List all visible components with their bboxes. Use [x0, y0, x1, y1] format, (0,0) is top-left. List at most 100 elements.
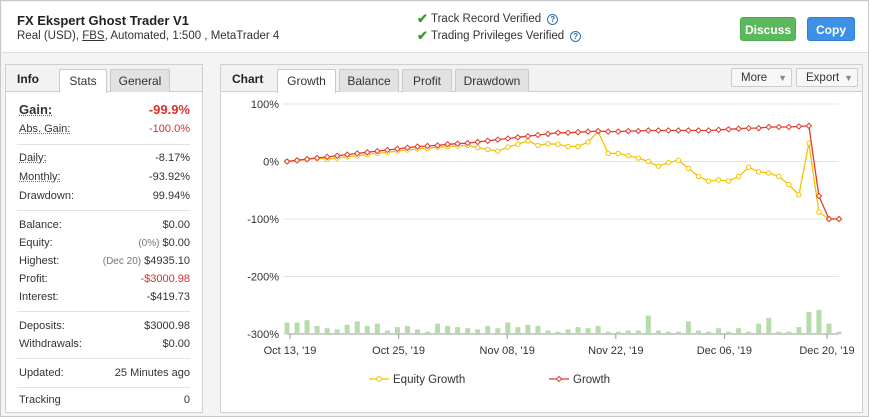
stat-label: Deposits:	[19, 320, 65, 332]
growth-point	[645, 127, 652, 134]
tab-balance[interactable]: Balance	[339, 69, 399, 92]
stat-value: $0.00	[162, 219, 190, 231]
growth-point	[725, 125, 732, 133]
x-tick-label: Dec 06, '19	[697, 345, 752, 357]
more-button[interactable]: More ▼	[731, 68, 792, 87]
volume-bar	[485, 325, 491, 334]
volume-bar	[726, 331, 732, 334]
growth-point	[655, 127, 662, 134]
discuss-button[interactable]: Discuss	[740, 17, 796, 41]
growth-chart[interactable]: 100% 0% -100% -200% -300% Oct 13, '19 Oct 25, …	[221, 93, 862, 413]
tab-general[interactable]: General	[110, 69, 170, 92]
help-icon[interactable]: ?	[570, 30, 582, 42]
volume-bar	[796, 327, 802, 334]
equity-growth-point	[474, 145, 481, 151]
equity-growth-point	[766, 170, 772, 176]
growth-point	[755, 124, 763, 132]
equity-growth-point	[735, 173, 742, 180]
equity-growth-point	[816, 209, 822, 215]
volume-bar	[675, 331, 681, 334]
stat-value: $0.00	[162, 237, 190, 249]
stat-label: Equity:	[19, 237, 53, 249]
stat-label: Abs. Gain:	[19, 123, 71, 135]
volume-bar	[746, 331, 752, 334]
equity-growth-point	[545, 140, 551, 147]
equity-growth-point	[685, 165, 692, 172]
stat-value: -$3000.98	[140, 273, 190, 285]
equity-growth-point	[565, 143, 571, 150]
equity-growth-point	[535, 142, 541, 149]
stat-balance: Balance: $0.00	[17, 219, 190, 235]
stat-value: -8.17%	[155, 152, 190, 164]
growth-point	[735, 125, 742, 133]
equity-growth-point	[695, 173, 702, 180]
tab-profit[interactable]: Profit	[402, 69, 452, 92]
volume-bar	[786, 331, 792, 334]
dropdown-arrow-icon: ▼	[844, 73, 853, 83]
y-tick-label: -200%	[247, 272, 279, 284]
growth-point	[524, 132, 532, 140]
equity-growth-point	[675, 157, 682, 164]
growth-point	[544, 130, 552, 138]
volume-bar	[595, 325, 601, 334]
tab-growth[interactable]: Growth	[277, 69, 336, 93]
equity-growth-point	[555, 141, 561, 147]
checkmark-icon: ✔	[417, 11, 428, 26]
volume-bar	[565, 329, 571, 334]
volume-bar	[555, 331, 561, 334]
tab-stats[interactable]: Stats	[59, 69, 107, 93]
trading-privileges-verified: ✔ Trading Privileges Verified ?	[417, 28, 582, 44]
growth-point	[494, 136, 502, 143]
tab-drawdown[interactable]: Drawdown	[455, 69, 529, 92]
growth-point	[745, 124, 752, 132]
broker-link[interactable]: FBS	[82, 30, 104, 42]
legend-growth-label: Growth	[573, 374, 610, 386]
volume-bar	[475, 329, 481, 334]
stat-withdrawals: Withdrawals: $0.00	[17, 338, 190, 354]
help-icon[interactable]: ?	[547, 13, 559, 25]
equity-growth-point	[585, 139, 591, 145]
y-tick-label: 100%	[251, 99, 279, 111]
more-label: More	[741, 72, 768, 84]
volume-bar	[304, 320, 310, 334]
stat-profit: Profit: -$3000.98	[17, 273, 190, 289]
equity-growth-line	[286, 130, 839, 220]
divider	[17, 358, 190, 359]
volume-bar	[706, 331, 712, 334]
stat-label: Daily:	[19, 152, 47, 164]
info-tabbar: Info Stats General	[6, 65, 202, 93]
x-tick-label: Dec 20, '19	[799, 345, 854, 357]
equity-growth-point	[806, 140, 812, 146]
x-tick-label: Nov 08, '19	[480, 345, 535, 357]
growth-point	[554, 129, 562, 137]
growth-point	[484, 137, 492, 145]
volume-bar	[414, 329, 420, 334]
growth-point	[785, 123, 793, 131]
stat-prefix: (Dec 20)	[102, 256, 142, 267]
stat-value-wrap: (Dec 20) $4935.10	[103, 255, 190, 267]
volume-bar	[585, 328, 591, 334]
growth-point	[564, 129, 572, 137]
stat-gain: Gain: -99.9%	[17, 102, 190, 118]
volume-bar	[425, 331, 431, 334]
stat-abs-gain: Abs. Gain: -100.0%	[17, 123, 190, 139]
account-name: FX Ekspert Ghost Trader V1	[17, 13, 189, 28]
export-button[interactable]: Export ▼	[796, 68, 858, 87]
stat-label: Gain:	[19, 102, 53, 117]
legend-growth-marker	[555, 375, 563, 383]
stat-label: Updated:	[19, 367, 64, 379]
volume-bar	[404, 325, 410, 334]
volume-bar	[826, 323, 832, 334]
volume-bar	[445, 325, 451, 334]
x-tick-label: Nov 22, '19	[588, 345, 643, 357]
volume-bar	[435, 323, 441, 334]
stat-label: Monthly:	[19, 171, 61, 183]
volume-bar	[736, 328, 742, 334]
growth-point	[624, 127, 632, 135]
legend-equity-marker	[376, 376, 382, 382]
equity-growth-point	[725, 178, 732, 184]
volume-bar	[354, 321, 360, 334]
stat-label: Balance:	[19, 219, 62, 231]
copy-button[interactable]: Copy	[807, 17, 855, 41]
volume-bar	[364, 325, 370, 334]
